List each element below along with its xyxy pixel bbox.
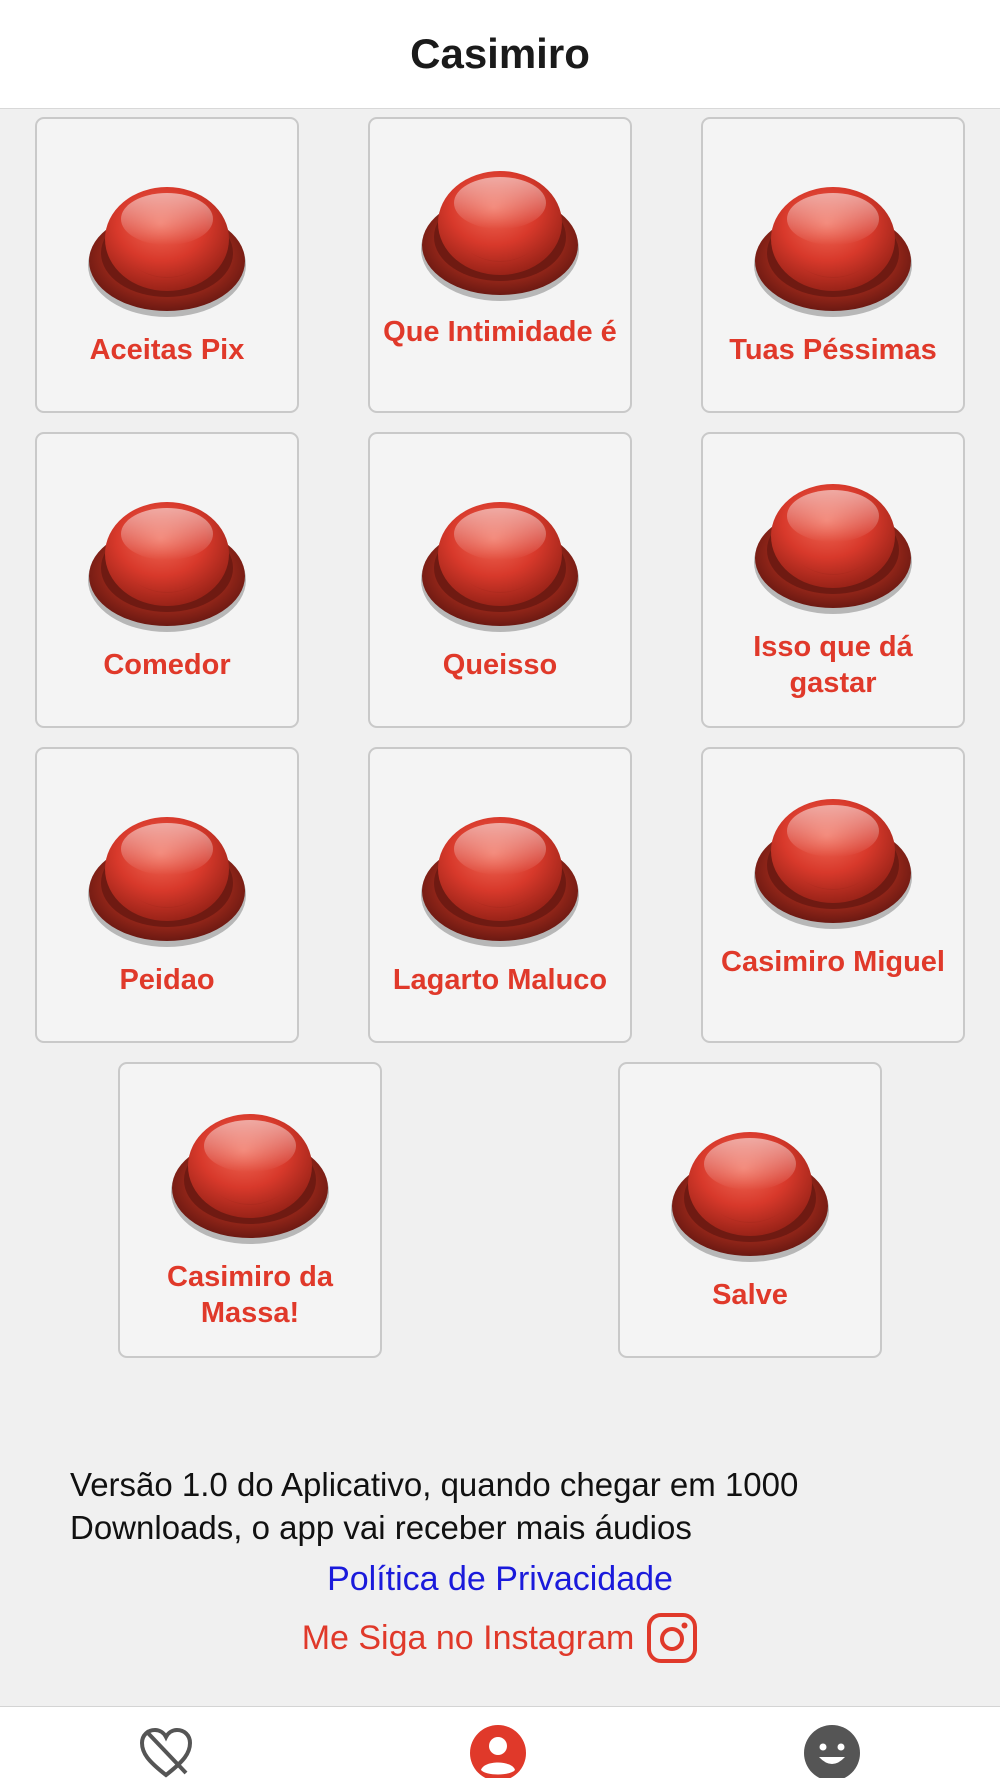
red-button-icon — [752, 781, 914, 931]
header: Casimiro — [0, 0, 1000, 109]
red-button-icon — [169, 1096, 331, 1246]
red-button-icon — [419, 153, 581, 303]
red-button-icon — [86, 169, 248, 319]
instagram-icon — [647, 1613, 698, 1663]
sound-label: Tuas Péssimas — [729, 334, 937, 366]
tab-bar — [0, 1706, 1000, 1778]
sound-label: Casimiro Miguel — [721, 946, 945, 978]
sound-label: Isso que dá gastar — [753, 631, 913, 699]
red-button-icon — [86, 799, 248, 949]
sound-card-que-intimidade[interactable]: Que Intimidade é — [368, 117, 632, 413]
sound-card-tuas-pessimas[interactable]: Tuas Péssimas — [701, 117, 965, 413]
sound-card-aceitas-pix[interactable]: Aceitas Pix — [35, 117, 299, 413]
sound-label: Casimiro da Massa! — [167, 1261, 333, 1329]
sound-label: Aceitas Pix — [89, 334, 245, 366]
tab-favorites[interactable] — [66, 1707, 266, 1778]
privacy-policy-link[interactable]: Política de Privacidade — [0, 1560, 1000, 1599]
heart-off-icon — [139, 1727, 193, 1778]
sound-label: Salve — [712, 1279, 788, 1311]
sound-card-casimiro-miguel[interactable]: Casimiro Miguel — [701, 747, 965, 1043]
sound-card-comedor[interactable]: Comedor — [35, 432, 299, 728]
red-button-icon — [669, 1114, 831, 1264]
tab-profile[interactable] — [398, 1707, 598, 1778]
red-button-icon — [419, 484, 581, 634]
person-circle-icon — [470, 1725, 526, 1778]
red-button-icon — [419, 799, 581, 949]
tab-fun[interactable] — [732, 1707, 932, 1778]
sound-card-lagarto-maluco[interactable]: Lagarto Maluco — [368, 747, 632, 1043]
sound-label: Que Intimidade é — [383, 316, 617, 348]
red-button-icon — [752, 466, 914, 616]
sound-label: Lagarto Maluco — [392, 964, 608, 996]
sound-card-casimiro-da-massa[interactable]: Casimiro da Massa! — [118, 1062, 382, 1358]
red-button-icon — [752, 169, 914, 319]
instagram-link-label: Me Siga no Instagram — [301, 1618, 635, 1657]
sound-card-queisso[interactable]: Queisso — [368, 432, 632, 728]
smiley-face-icon — [804, 1725, 860, 1778]
page-title: Casimiro — [410, 30, 590, 77]
sound-label: Queisso — [442, 649, 558, 681]
sound-label: Peidao — [119, 964, 215, 996]
instagram-link[interactable]: Me Siga no Instagram — [0, 1612, 1000, 1664]
app-screen: Casimiro Aceitas Pix Que Intimidade é Tu… — [0, 0, 1000, 1778]
version-info-text: Versão 1.0 do Aplicativo, quando chegar … — [70, 1466, 799, 1546]
sound-card-isso-que-da-gastar[interactable]: Isso que dá gastar — [701, 432, 965, 728]
sound-card-salve[interactable]: Salve — [618, 1062, 882, 1358]
sound-label: Comedor — [103, 649, 231, 681]
red-button-icon — [86, 484, 248, 634]
sound-card-peidao[interactable]: Peidao — [35, 747, 299, 1043]
